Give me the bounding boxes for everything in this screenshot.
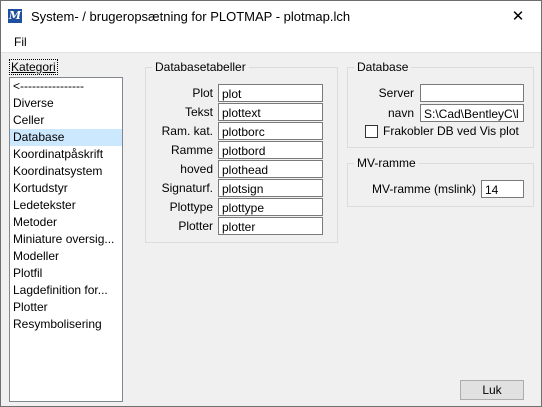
close-dialog-button[interactable]: Luk bbox=[460, 380, 524, 400]
db-tables-title: Databasetabeller bbox=[152, 60, 249, 74]
server-label: Server bbox=[378, 86, 414, 100]
category-label: Kategori bbox=[9, 59, 58, 75]
table-row-field[interactable]: plotter bbox=[218, 217, 323, 235]
app-icon: M bbox=[8, 9, 22, 23]
table-row-label: Signaturf. bbox=[161, 181, 213, 195]
navn-label: navn bbox=[387, 106, 414, 120]
category-item[interactable]: Miniature oversig... bbox=[10, 231, 122, 248]
table-row-label: Plotter bbox=[178, 219, 213, 233]
table-row-field[interactable]: plotsign bbox=[218, 179, 323, 197]
table-row-label: Tekst bbox=[184, 105, 213, 119]
table-row-label: Plot bbox=[192, 86, 213, 100]
category-item[interactable]: Koordinatsystem bbox=[10, 163, 122, 180]
navn-field[interactable]: S:\Cad\BentleyC\l bbox=[420, 104, 524, 122]
category-item[interactable]: Diverse bbox=[10, 95, 122, 112]
category-item[interactable]: Plotter bbox=[10, 299, 122, 316]
table-row-field[interactable]: plottext bbox=[218, 103, 323, 121]
category-item[interactable]: Koordinatpåskrift bbox=[10, 146, 122, 163]
table-row-field[interactable]: plot bbox=[218, 84, 323, 102]
table-row-label: Plottype bbox=[169, 200, 213, 214]
database-group: Database Server navn S:\Cad\BentleyC\l F… bbox=[347, 60, 534, 148]
category-item[interactable]: Resymbolisering bbox=[10, 316, 122, 333]
category-item[interactable]: Metoder bbox=[10, 214, 122, 231]
category-item[interactable]: Modeller bbox=[10, 248, 122, 265]
close-button[interactable]: ✕ bbox=[495, 1, 541, 32]
dialog-window: M System- / brugeropsætning for PLOTMAP … bbox=[0, 0, 542, 407]
menu-file[interactable]: Fil bbox=[14, 35, 27, 49]
table-row-field[interactable]: plottype bbox=[218, 198, 323, 216]
window-title: System- / brugeropsætning for PLOTMAP - … bbox=[31, 9, 351, 24]
table-row-label: Ramme bbox=[170, 143, 213, 157]
database-title: Database bbox=[354, 60, 412, 74]
mv-ramme-field[interactable]: 14 bbox=[481, 180, 524, 198]
db-tables-group: Databasetabeller Plot plot Tekst plottext Ra… bbox=[145, 60, 338, 243]
category-item[interactable]: Kortudstyr bbox=[10, 180, 122, 197]
category-item[interactable]: Database bbox=[10, 129, 122, 146]
disconnect-db-label: Frakobler DB ved Vis plot bbox=[383, 124, 519, 138]
category-item[interactable]: Ledetekster bbox=[10, 197, 122, 214]
title-bar: M System- / brugeropsætning for PLOTMAP … bbox=[1, 1, 541, 32]
menu-bar: Fil bbox=[1, 32, 541, 53]
mv-ramme-group: MV-ramme MV-ramme (mslink) 14 bbox=[347, 156, 534, 207]
table-row-label: hoved bbox=[180, 162, 213, 176]
disconnect-db-checkbox[interactable] bbox=[365, 125, 378, 138]
category-list[interactable]: <---------------- Diverse Celler Database Ko… bbox=[9, 77, 123, 402]
table-row-field[interactable]: plotbord bbox=[218, 141, 323, 159]
server-field[interactable] bbox=[420, 84, 524, 102]
category-item[interactable]: <---------------- bbox=[10, 78, 122, 95]
table-row-label: Ram. kat. bbox=[161, 124, 213, 138]
category-item[interactable]: Celler bbox=[10, 112, 122, 129]
category-item[interactable]: Lagdefinition for... bbox=[10, 282, 122, 299]
mv-ramme-title: MV-ramme bbox=[354, 156, 419, 170]
table-row-field[interactable]: plotborc bbox=[218, 122, 323, 140]
table-row-field[interactable]: plothead bbox=[218, 160, 323, 178]
mv-ramme-label: MV-ramme (mslink) bbox=[372, 182, 476, 196]
category-item[interactable]: Plotfil bbox=[10, 265, 122, 282]
